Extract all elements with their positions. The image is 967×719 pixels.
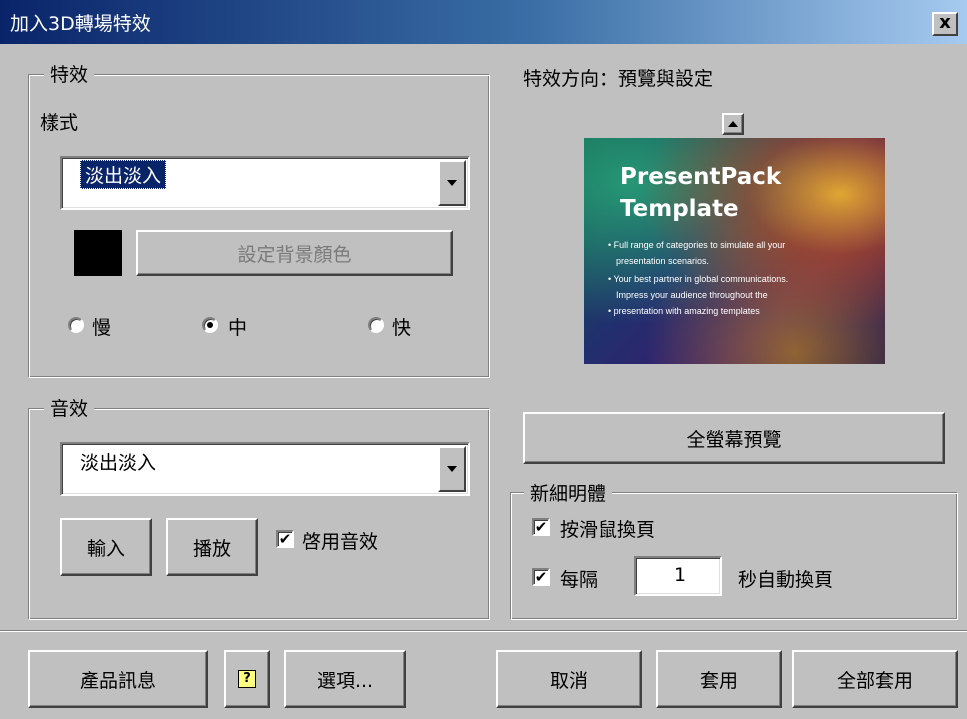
sound-group <box>28 408 490 620</box>
speed-slow-radio[interactable] <box>68 317 84 333</box>
mouse-turn-label: 按滑鼠換頁 <box>560 519 656 541</box>
style-label: 樣式 <box>40 112 79 134</box>
auto-turn-checkbox[interactable]: ✔ <box>532 568 550 586</box>
cancel-label: 取消 <box>549 669 588 692</box>
slide-bullet: Impress your audience throughout the <box>616 290 768 300</box>
product-info-label: 產品訊息 <box>79 669 156 692</box>
slide-bullet: presentation scenarios. <box>616 256 710 266</box>
import-sound-label: 輸入 <box>86 537 125 560</box>
effect-group-legend: 特效 <box>44 60 95 87</box>
style-dropdown-arrow[interactable] <box>438 160 466 206</box>
mouse-turn-checkbox[interactable]: ✔ <box>532 518 550 536</box>
slide-bullet: • presentation with amazing templates <box>608 306 760 316</box>
slide-title-line2: Template <box>620 196 739 222</box>
options-button[interactable]: 選項... <box>284 650 406 708</box>
preview-heading: 特效方向：預覽與設定 <box>523 68 714 90</box>
seconds-input[interactable]: 1 <box>634 556 722 596</box>
style-dropdown[interactable]: 淡出淡入 <box>60 156 470 210</box>
arrow-up-icon <box>728 121 738 127</box>
bg-color-swatch[interactable] <box>74 230 122 276</box>
slide-title-line1: PresentPack <box>620 164 782 190</box>
help-icon: ? <box>238 670 256 688</box>
enable-sound-label: 啓用音效 <box>302 531 379 553</box>
apply-all-button[interactable]: 全部套用 <box>792 650 958 708</box>
sound-dropdown[interactable]: 淡出淡入 <box>60 442 470 496</box>
chevron-down-icon <box>447 180 457 186</box>
title-bar: 加入3D轉場特效 x <box>0 0 967 44</box>
set-bg-color-button[interactable]: 設定背景顏色 <box>136 230 453 276</box>
style-dropdown-value: 淡出淡入 <box>80 160 167 189</box>
options-label: 選項... <box>316 669 374 692</box>
page-turn-group-legend: 新細明體 <box>524 479 613 506</box>
apply-button[interactable]: 套用 <box>656 650 782 708</box>
enable-sound-checkbox[interactable]: ✔ <box>276 530 294 548</box>
auto-turn-seconds-label: 秒自動換頁 <box>738 569 834 591</box>
play-sound-button[interactable]: 播放 <box>166 518 258 576</box>
play-sound-label: 播放 <box>192 537 231 560</box>
footer-separator <box>0 630 967 632</box>
speed-slow-label: 慢 <box>92 317 112 339</box>
help-button[interactable]: ? <box>224 650 270 708</box>
slide-bullet: • Full range of categories to simulate a… <box>608 240 786 250</box>
page-turn-group <box>510 492 958 620</box>
apply-all-label: 全部套用 <box>836 669 913 692</box>
close-button[interactable]: x <box>932 12 958 36</box>
chevron-down-icon <box>447 466 457 472</box>
speed-fast-label: 快 <box>392 317 412 339</box>
speed-fast-radio[interactable] <box>368 317 384 333</box>
seconds-value: 1 <box>674 564 687 586</box>
preview-slide: PresentPack Template • Full range of cat… <box>584 138 885 364</box>
speed-medium-label: 中 <box>228 317 248 339</box>
sound-dropdown-value: 淡出淡入 <box>80 452 157 474</box>
fullscreen-preview-label: 全螢幕預覽 <box>686 428 782 451</box>
cancel-button[interactable]: 取消 <box>496 650 642 708</box>
apply-label: 套用 <box>699 669 738 692</box>
product-info-button[interactable]: 產品訊息 <box>28 650 208 708</box>
set-bg-color-label: 設定背景顏色 <box>237 243 352 266</box>
fullscreen-preview-button[interactable]: 全螢幕預覽 <box>523 412 945 464</box>
close-icon: x <box>939 12 951 33</box>
direction-up-button[interactable] <box>722 113 744 135</box>
auto-turn-every-label: 每隔 <box>560 569 599 591</box>
speed-medium-radio[interactable] <box>202 317 218 333</box>
sound-dropdown-arrow[interactable] <box>438 446 466 492</box>
radio-selected-dot <box>207 322 213 328</box>
import-sound-button[interactable]: 輸入 <box>60 518 152 576</box>
slide-bullet: • Your best partner in global communicat… <box>608 274 789 284</box>
window-title: 加入3D轉場特效 <box>10 13 151 35</box>
sound-group-legend: 音效 <box>44 394 95 421</box>
